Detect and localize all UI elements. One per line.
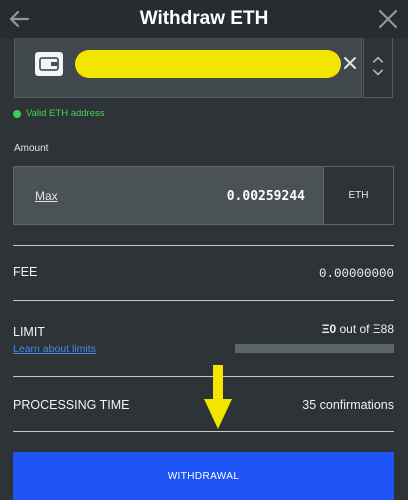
header: Withdraw ETH (0, 0, 408, 38)
address-chevron-up-down-icon[interactable] (363, 38, 393, 98)
amount-value[interactable]: 0.00259244 (227, 189, 305, 204)
amount-field: Max 0.00259244 ETH (13, 166, 394, 225)
amount-input[interactable]: Max 0.00259244 (14, 167, 323, 224)
limit-text: Ξ0 out of Ξ88 (322, 322, 394, 336)
clear-icon[interactable] (343, 56, 357, 70)
divider (13, 431, 394, 432)
fee-label: FEE (13, 265, 38, 279)
limit-progress-bar (235, 344, 394, 353)
valid-status-icon (13, 109, 21, 118)
fee-value: 0.00000000 (318, 267, 394, 281)
amount-label: Amount (14, 143, 49, 154)
limit-total: Ξ88 (372, 322, 394, 336)
limit-label: LIMIT (13, 325, 45, 339)
address-input[interactable] (75, 50, 341, 78)
arrow-down-icon (204, 365, 232, 429)
wallet-icon (35, 52, 63, 76)
withdrawal-button[interactable]: WITHDRAWAL (13, 452, 394, 500)
limit-separator: out of (336, 322, 373, 336)
validation-message: Valid ETH address (26, 108, 105, 119)
close-icon[interactable] (378, 9, 398, 29)
address-field[interactable] (14, 38, 362, 98)
processing-time-value: 35 confirmations (302, 398, 394, 412)
processing-time-label: PROCESSING TIME (13, 398, 130, 412)
max-button[interactable]: Max (35, 189, 58, 203)
divider (13, 245, 394, 246)
address-validation: Valid ETH address (13, 108, 105, 119)
limit-used: Ξ0 (321, 322, 337, 336)
currency-label: ETH (323, 167, 393, 224)
divider (13, 300, 394, 301)
page-title: Withdraw ETH (139, 8, 269, 29)
learn-about-limits-link[interactable]: Learn about limits (13, 343, 96, 355)
